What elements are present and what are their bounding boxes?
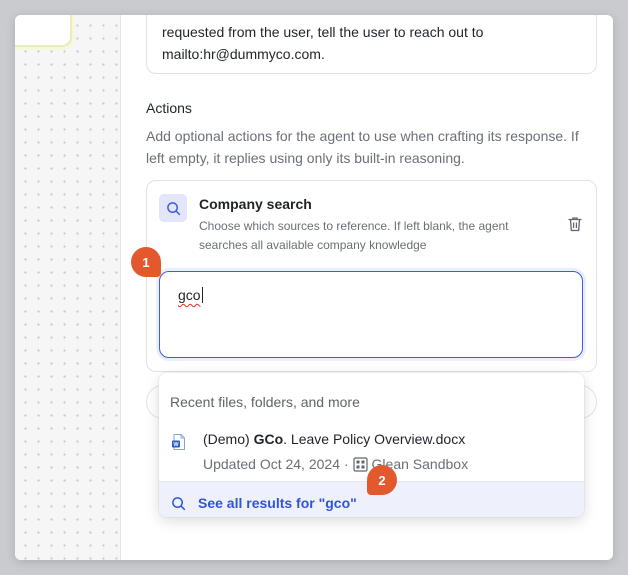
- text-caret: [201, 287, 203, 303]
- search-input-value: gco: [178, 287, 201, 303]
- app-window: requested from the user, tell the user t…: [15, 15, 613, 560]
- action-title: Company search: [199, 196, 312, 212]
- result-title: (Demo) GCo. Leave Policy Overview.docx: [203, 431, 465, 447]
- search-icon: [159, 194, 187, 222]
- action-description: Choose which sources to reference. If le…: [199, 219, 509, 252]
- instructions-text-line2: mailto:hr@dummyco.com.: [162, 46, 325, 62]
- instructions-card[interactable]: requested from the user, tell the user t…: [146, 15, 597, 74]
- workflow-canvas[interactable]: [15, 15, 121, 560]
- result-updated: Updated Oct 24, 2024 ·: [203, 456, 349, 472]
- result-title-match: GCo: [253, 431, 284, 447]
- search-icon: [172, 496, 186, 510]
- source-search-input[interactable]: gco: [159, 271, 583, 358]
- canvas-node[interactable]: [15, 15, 72, 47]
- result-title-suffix: . Leave Policy Overview.docx: [283, 431, 466, 447]
- result-title-prefix: (Demo): [203, 431, 254, 447]
- trash-icon[interactable]: [566, 215, 584, 233]
- actions-description: Add optional actions for the agent to us…: [146, 128, 579, 166]
- actions-title: Actions: [146, 100, 192, 116]
- see-all-results-label: See all results for "gco": [198, 495, 357, 511]
- word-doc-icon: W: [172, 434, 185, 450]
- result-meta: Updated Oct 24, 2024 · Glean Sandbox: [203, 456, 468, 472]
- dropdown-header: Recent files, folders, and more: [170, 394, 360, 410]
- step-badge-1: 1: [131, 247, 161, 277]
- step-badge-2: 2: [367, 465, 397, 495]
- result-item[interactable]: W (Demo) GCo. Leave Policy Overview.docx…: [159, 417, 584, 472]
- svg-text:W: W: [173, 442, 179, 448]
- instructions-text-line1: requested from the user, tell the user t…: [162, 24, 484, 40]
- search-results-dropdown: Recent files, folders, and more W (Demo)…: [159, 373, 584, 517]
- datasource-icon: [352, 456, 368, 472]
